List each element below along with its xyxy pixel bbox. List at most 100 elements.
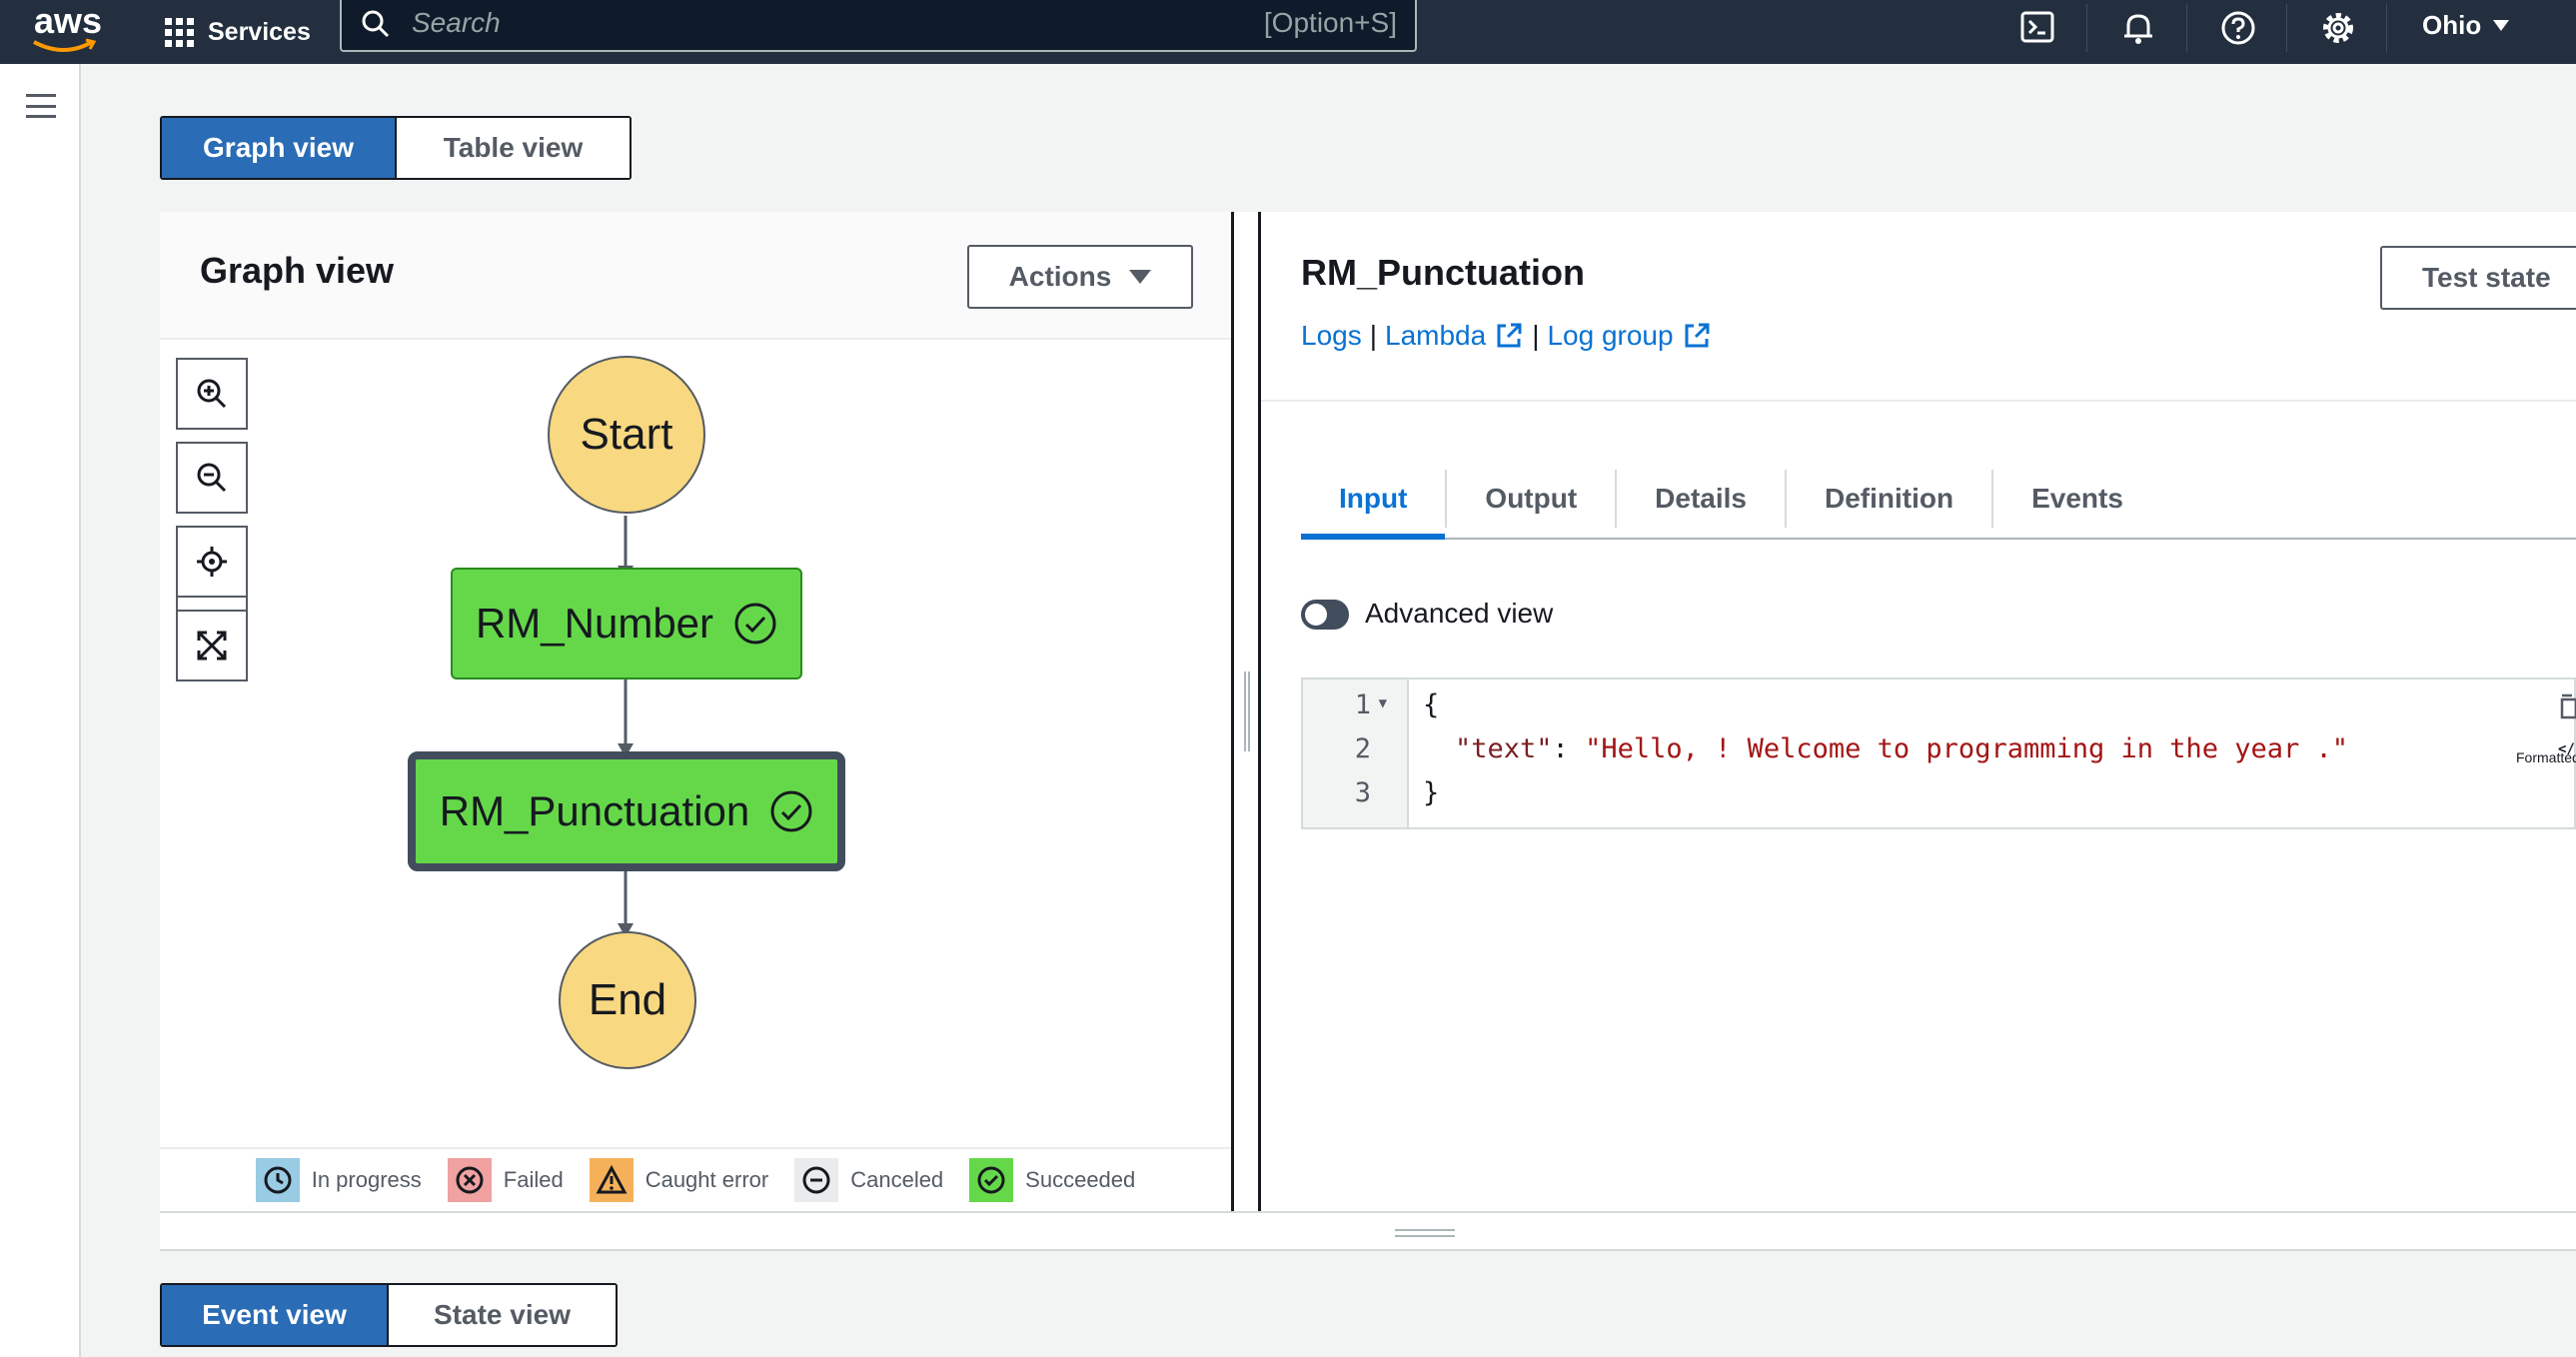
code-toggle-icon[interactable]: </ (2558, 741, 2575, 757)
code-line: "text": "Hello, ! Welcome to programming… (1455, 733, 2349, 764)
advanced-view-label: Advanced view (1365, 598, 1554, 629)
tab-definition[interactable]: Definition (1787, 460, 1991, 538)
zoom-in-button[interactable] (176, 358, 248, 430)
test-state-label: Test state (2422, 262, 2551, 293)
legend-canceled: Canceled (794, 1158, 943, 1202)
help-icon[interactable] (2218, 8, 2258, 48)
state-title: RM_Punctuation (1301, 252, 1585, 293)
copy-icon[interactable] (2556, 693, 2576, 719)
caret-down-icon (2493, 20, 2510, 31)
center-graph-button[interactable] (176, 526, 248, 598)
graph-panel-title: Graph view (200, 250, 395, 291)
state-detail-panel: RM_Punctuation Test state Logs | Lambda … (1261, 212, 2576, 1211)
search-placeholder: Search (412, 7, 501, 38)
search-shortcut: [Option+S] (1263, 7, 1397, 38)
graph-node-start[interactable]: Start (548, 356, 705, 514)
tab-events[interactable]: Events (1993, 460, 2161, 538)
actions-label: Actions (1008, 261, 1112, 292)
advanced-view-toggle[interactable] (1301, 600, 1349, 630)
status-legend: In progress Failed Caught error Canceled… (160, 1147, 1231, 1211)
nav-divider (2186, 4, 2187, 52)
expand-icon (197, 631, 227, 661)
side-navigation (0, 64, 81, 1357)
legend-caught-error: Caught error (589, 1158, 769, 1202)
legend-label: Canceled (850, 1167, 944, 1192)
tab-input[interactable]: Input (1301, 460, 1446, 540)
state-view-button[interactable]: State view (387, 1285, 616, 1345)
nav-divider (2086, 4, 2087, 52)
search-input[interactable]: Search [Option+S] (340, 0, 1417, 52)
legend-label: In progress (311, 1167, 422, 1192)
search-icon (362, 10, 390, 38)
node-label: RM_Number (475, 600, 714, 647)
log-group-link[interactable]: Log group (1547, 320, 1673, 352)
graph-node-rm-punctuation[interactable]: RM_Punctuation (408, 751, 845, 871)
graph-panel: Graph view Actions Start RM_Number RM_Pu… (160, 212, 1231, 1211)
panel-resize-handle[interactable] (1231, 212, 1261, 1211)
region-label: Ohio (2422, 10, 2482, 40)
legend-succeeded: Succeeded (969, 1158, 1135, 1202)
bottom-view-toggle: Event view State view (160, 1283, 618, 1347)
legend-label: Caught error (644, 1167, 769, 1192)
services-menu[interactable]: Services (165, 8, 311, 56)
aws-logo[interactable]: aws (30, 0, 110, 56)
table-view-button[interactable]: Table view (395, 118, 630, 178)
lambda-link[interactable]: Lambda (1385, 320, 1486, 352)
json-value: "Hello, ! Welcome to programming in the … (1585, 733, 2349, 764)
caret-down-icon (1129, 270, 1152, 284)
legend-label: Failed (503, 1167, 564, 1192)
event-view-button[interactable]: Event view (162, 1285, 388, 1345)
legend-in-progress: In progress (255, 1158, 422, 1202)
line-number-gutter: 1 ▼ 2 3 (1303, 679, 1409, 827)
graph-node-rm-number[interactable]: RM_Number (451, 568, 802, 679)
code-line: { (1423, 689, 1440, 720)
graph-node-end[interactable]: End (559, 931, 696, 1069)
legend-label: Succeeded (1025, 1167, 1136, 1192)
nav-divider (2386, 4, 2387, 52)
view-mode-toggle: Graph view Table view (160, 116, 632, 180)
graph-panel-header: Graph view Actions (160, 212, 1231, 340)
tab-output[interactable]: Output (1447, 460, 1615, 538)
aws-smile-icon (33, 38, 97, 52)
clock-icon (255, 1158, 300, 1202)
node-label: Start (580, 410, 673, 459)
json-key: "text" (1455, 733, 1553, 764)
state-machine-graph[interactable]: Start RM_Number RM_Punctuation End (160, 340, 1231, 1147)
center-target-icon (197, 547, 227, 577)
success-check-icon (734, 603, 776, 645)
test-state-button[interactable]: Test state (2380, 246, 2576, 310)
zoom-in-icon (197, 379, 227, 409)
zoom-out-button[interactable] (176, 442, 248, 514)
detail-tabs: Input Output Details Definition Events (1301, 460, 2576, 540)
region-selector[interactable]: Ohio (2422, 10, 2510, 41)
notifications-bell-icon[interactable] (2118, 8, 2158, 48)
canceled-minus-icon (794, 1158, 839, 1202)
graph-view-button[interactable]: Graph view (162, 118, 395, 178)
line-number: 3 (1354, 777, 1371, 808)
input-code-editor[interactable]: 1 ▼ 2 3 { "text": "Hello, ! Welcome to p… (1301, 678, 2576, 829)
fit-to-screen-button[interactable] (176, 610, 248, 681)
top-navigation: aws Services Search [Option+S] Ohio (0, 0, 2576, 64)
resource-links: Logs | Lambda | Log group (1301, 320, 1712, 352)
header-divider (1261, 400, 2576, 402)
settings-gear-icon[interactable] (2318, 8, 2358, 48)
services-grid-icon (165, 17, 194, 47)
cloudshell-icon[interactable] (2018, 8, 2058, 48)
logs-link[interactable]: Logs (1301, 320, 1362, 352)
tab-details[interactable]: Details (1617, 460, 1785, 538)
link-separator: | (1532, 320, 1540, 351)
link-separator: | (1369, 320, 1377, 351)
code-line: } (1423, 777, 1440, 808)
success-check-icon (969, 1158, 1014, 1202)
warning-triangle-icon (589, 1158, 634, 1202)
external-link-icon (1685, 323, 1710, 348)
zoom-out-icon (197, 463, 227, 493)
horizontal-resize-handle[interactable] (160, 1211, 2576, 1251)
external-link-icon (1497, 323, 1522, 348)
actions-dropdown-button[interactable]: Actions (967, 245, 1193, 309)
hamburger-menu-icon[interactable] (26, 94, 56, 118)
node-label: End (588, 975, 667, 1024)
legend-failed: Failed (447, 1158, 564, 1202)
fold-arrow-icon[interactable]: ▼ (1379, 695, 1387, 711)
success-check-icon (770, 790, 812, 832)
